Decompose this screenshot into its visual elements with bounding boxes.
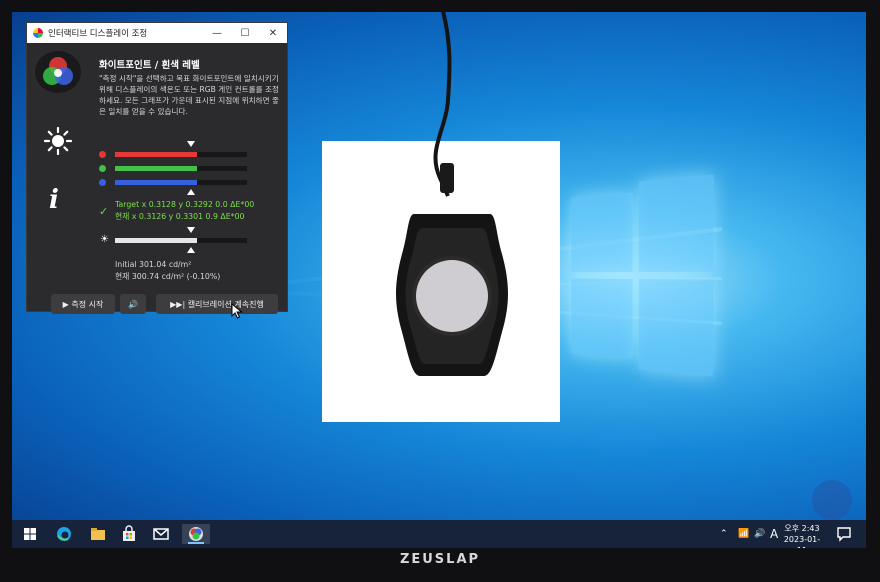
slider-track — [115, 180, 247, 185]
volume-icon[interactable]: 🔊 — [754, 520, 765, 548]
center-marker — [187, 141, 195, 147]
instruction-text: "측정 시작"을 선택하고 목표 화이트포인트에 일치시키기 위해 디스플레이의… — [99, 74, 279, 116]
target-readout: Target x 0.3128 y 0.3292 0.0 ΔE*00 — [115, 200, 255, 209]
taskbar-clock[interactable]: 오후 2:43 2023-01-11 — [780, 523, 824, 548]
match-check-icon: ✓ — [99, 205, 109, 218]
monitor-brand-label: ZEUSLAP — [399, 552, 481, 567]
clock-time: 오후 2:43 — [784, 524, 820, 533]
maximize-button[interactable]: ☐ — [231, 28, 259, 39]
center-marker — [187, 247, 195, 253]
colorimeter-sensor — [396, 214, 508, 376]
app-icon — [33, 28, 43, 38]
edge-browser-icon[interactable] — [54, 524, 74, 544]
start-measurement-button[interactable]: ▶ 측정 시작 — [51, 294, 115, 314]
red-gain-slider — [99, 141, 264, 160]
display-calibration-window: 인터랙티브 디스플레이 조정 — ☐ ✕ i 화이트포인트 / 흰색 레벨 "측… — [26, 22, 288, 314]
clock-date: 2023-01-11 — [783, 535, 821, 548]
current-luminance: 현재 300.74 cd/m² (-0.10%) — [115, 272, 221, 281]
left-icon-column: i — [27, 43, 89, 311]
slider-fill — [115, 238, 197, 243]
initial-luminance: Initial 301.04 cd/m² — [115, 260, 192, 269]
network-icon[interactable]: 📶 — [738, 520, 749, 548]
watermark-logo-icon — [812, 480, 852, 520]
continue-calibration-button[interactable]: ▶▶| 캘리브레이션 계속진행 — [156, 294, 278, 314]
minimize-button[interactable]: — — [203, 28, 231, 39]
red-dot-icon — [99, 151, 106, 158]
file-explorer-icon[interactable] — [88, 524, 108, 544]
info-icon: i — [49, 185, 59, 215]
slider-fill — [115, 180, 197, 185]
slider-track — [115, 166, 247, 171]
desktop: 인터랙티브 디스플레이 조정 — ☐ ✕ i 화이트포인트 / 흰색 레벨 "측… — [12, 12, 866, 548]
store-icon[interactable] — [119, 524, 139, 544]
center-marker — [187, 227, 195, 233]
taskbar: ⌃ 📶 🔊 A 오후 2:43 2023-01-11 — [12, 520, 866, 548]
mail-icon[interactable] — [151, 524, 171, 544]
window-title: 인터랙티브 디스플레이 조정 — [48, 29, 148, 39]
blue-gain-slider — [99, 178, 264, 195]
close-button[interactable]: ✕ — [259, 28, 287, 39]
mouse-cursor-icon — [231, 303, 243, 319]
notification-icon[interactable] — [834, 524, 854, 544]
luminance-slider — [99, 227, 264, 253]
slider-track — [115, 152, 247, 157]
start-windows-icon[interactable] — [20, 524, 40, 544]
rgb-color-icon — [35, 51, 81, 93]
title-bar: 인터랙티브 디스플레이 조정 — ☐ ✕ — [27, 23, 287, 43]
section-heading: 화이트포인트 / 흰색 레벨 — [99, 60, 200, 71]
calibration-app-taskbar-icon[interactable] — [182, 524, 210, 544]
brightness-icon — [44, 127, 72, 155]
current-readout: 현재 x 0.3126 y 0.3301 0.9 ΔE*00 — [115, 212, 245, 221]
green-dot-icon — [99, 165, 106, 172]
slider-fill — [115, 166, 197, 171]
ime-indicator[interactable]: A — [770, 520, 778, 548]
green-gain-slider — [99, 164, 264, 174]
slider-track — [115, 238, 247, 243]
blue-dot-icon — [99, 179, 106, 186]
slider-fill — [115, 152, 197, 157]
center-marker — [187, 189, 195, 195]
tray-chevron-icon[interactable]: ⌃ — [720, 520, 728, 548]
sound-button[interactable]: 🔊 — [120, 294, 146, 314]
